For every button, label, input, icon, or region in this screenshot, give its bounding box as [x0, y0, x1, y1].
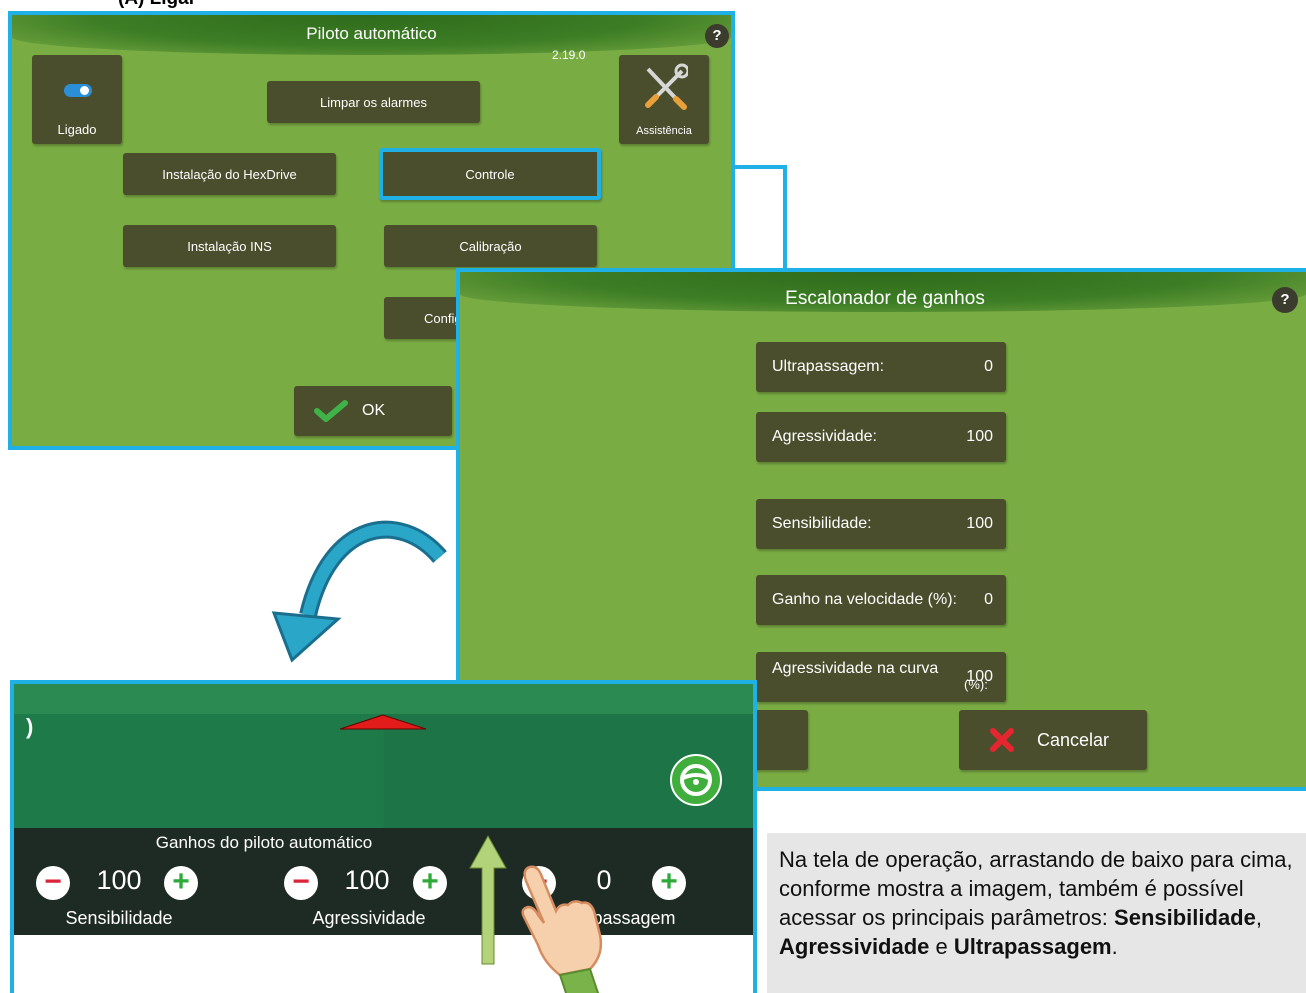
field-label: Agressividade na curva — [772, 660, 939, 677]
aggressiveness-minus-button[interactable]: − — [284, 866, 318, 900]
cancel-button[interactable]: Cancelar — [959, 710, 1147, 770]
help-button[interactable]: ? — [1272, 287, 1298, 313]
version-label: 2.19.0 — [552, 48, 586, 62]
calibration-button[interactable]: Calibração — [384, 225, 597, 267]
aggressiveness-plus-button[interactable]: + — [413, 866, 447, 900]
check-icon — [314, 400, 348, 422]
curve-aggressiveness-field[interactable]: Agressividade na curva (%): 100 — [756, 652, 1006, 702]
side-handle-icon[interactable]: ) — [26, 714, 33, 740]
overshoot-plus-button[interactable]: + — [652, 866, 686, 900]
save-button-partial[interactable] — [752, 710, 808, 770]
operation-screen-panel: ) Ganhos do piloto automático − 100 + Se… — [10, 680, 757, 993]
wrench-screwdriver-icon — [645, 63, 688, 110]
engage-toggle-tile[interactable]: Ligado — [32, 55, 122, 144]
vehicle-marker-icon — [340, 714, 426, 730]
sensitivity-minus-button[interactable]: − — [36, 866, 70, 900]
assist-label: Assistência — [636, 125, 692, 137]
gains-bar-title: Ganhos do piloto automático — [155, 833, 373, 852]
note-bold-overshoot: Ultrapassagem — [953, 934, 1112, 959]
field-value: 100 — [966, 515, 993, 532]
field-label: Sensibilidade: — [772, 515, 872, 532]
close-icon — [990, 728, 1014, 752]
toggle-label: Ligado — [57, 122, 97, 137]
ins-install-button[interactable]: Instalação INS — [123, 225, 336, 267]
aggressiveness-value: 100 — [344, 865, 390, 895]
field-value: 100 — [966, 668, 993, 685]
instruction-note: Na tela de operação, arrastando de baixo… — [767, 833, 1306, 993]
field-value: 100 — [966, 428, 993, 445]
sensitivity-field[interactable]: Sensibilidade: 100 — [756, 499, 1006, 549]
hand-gesture-icon — [521, 865, 603, 993]
note-sep: e — [929, 934, 954, 959]
clear-alarms-button[interactable]: Limpar os alarmes — [267, 81, 480, 123]
cancel-label: Cancelar — [1037, 729, 1110, 750]
map-top-strip — [14, 684, 753, 714]
map-view[interactable]: ) — [14, 684, 753, 828]
field-value: 0 — [984, 358, 993, 375]
field-label: Agressividade: — [772, 428, 877, 445]
field-label: Ultrapassagem: — [772, 358, 885, 375]
sensitivity-value: 100 — [96, 865, 142, 895]
sensitivity-plus-button[interactable]: + — [164, 866, 198, 900]
assist-tile[interactable]: Assistência — [619, 55, 709, 144]
hexdrive-install-button[interactable]: Instalação do HexDrive — [123, 153, 336, 195]
sensitivity-label: Sensibilidade — [65, 908, 173, 928]
note-bold-sensitivity: Sensibilidade — [1114, 905, 1256, 930]
connector-line-vertical — [783, 165, 787, 273]
ok-label: OK — [362, 402, 386, 419]
control-button[interactable]: Controle — [379, 148, 601, 200]
curved-arrow-icon — [271, 520, 447, 663]
note-bold-aggressiveness: Agressividade — [779, 934, 930, 959]
aggressiveness-label: Agressividade — [312, 908, 426, 928]
caption-top: (A) Ligar — [118, 0, 196, 10]
field-label: Ganho na velocidade (%): — [772, 591, 957, 608]
toggle-switch-icon[interactable] — [64, 84, 92, 97]
aggressiveness-field[interactable]: Agressividade: 100 — [756, 412, 1006, 462]
note-end: . — [1111, 934, 1118, 959]
speed-gain-field[interactable]: Ganho na velocidade (%): 0 — [756, 575, 1006, 625]
panel-title: Piloto automático — [306, 24, 437, 43]
ok-button[interactable]: OK — [294, 386, 452, 436]
steering-wheel-button[interactable] — [670, 754, 722, 806]
overshoot-field[interactable]: Ultrapassagem: 0 — [756, 342, 1006, 392]
field-value: 0 — [984, 591, 993, 608]
help-button[interactable]: ? — [705, 24, 729, 48]
autopilot-gains-bar: Ganhos do piloto automático − 100 + Sens… — [14, 828, 753, 935]
note-sep: , — [1255, 905, 1262, 930]
steering-wheel-icon — [680, 764, 712, 796]
panel-title: Escalonador de ganhos — [785, 288, 985, 309]
